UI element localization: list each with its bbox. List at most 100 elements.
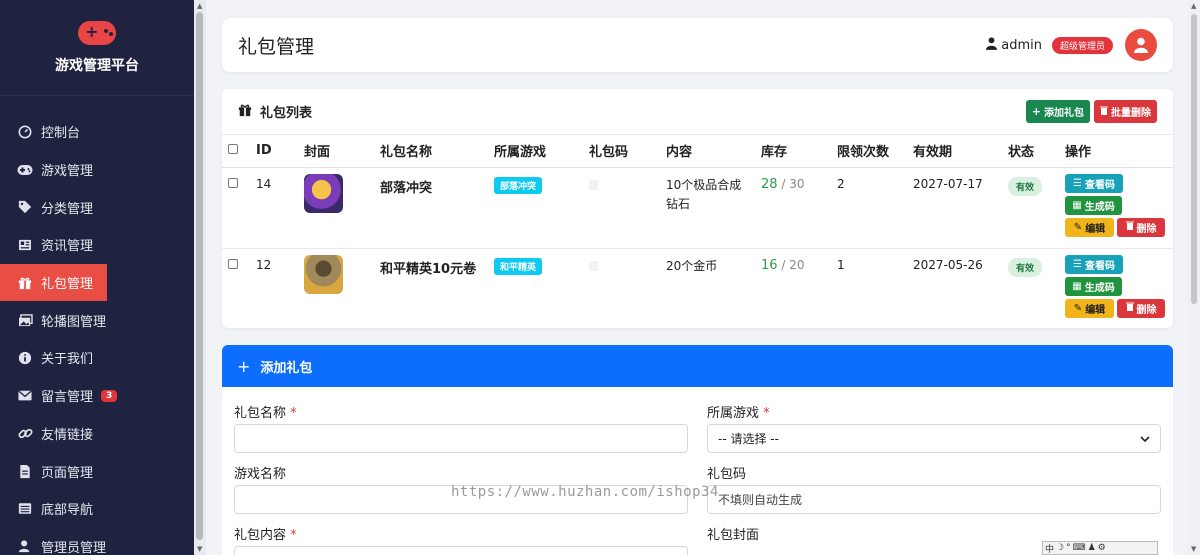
- images-icon: [17, 312, 33, 328]
- status-badge: 有效: [1008, 176, 1043, 196]
- row-checkbox[interactable]: [228, 258, 238, 269]
- sidebar-item-categories[interactable]: 分类管理: [0, 188, 194, 226]
- column-header-id[interactable]: ID: [256, 135, 304, 168]
- column-header-expiry: 有效期: [913, 135, 1008, 168]
- gift-content-field: 礼包内容 *: [234, 524, 688, 555]
- select-all-checkbox[interactable]: [228, 144, 238, 155]
- ime-settings-icon[interactable]: ⚙: [1098, 543, 1106, 553]
- code-placeholder: [589, 260, 598, 271]
- edit-icon: ✎: [1073, 221, 1083, 233]
- generate-codes-button[interactable]: ▦ 生成码: [1065, 195, 1122, 215]
- watermark: https://www.huzhan.com/ishop34: [451, 484, 719, 500]
- game-select-label: 所属游戏 *: [707, 402, 1161, 421]
- sidebar-item-links[interactable]: 友情链接: [0, 415, 194, 453]
- brand: 游戏管理平台: [0, 0, 194, 96]
- sidebar-scrollbar[interactable]: ▲ ▼: [194, 0, 206, 555]
- gift-content: 20个金币: [666, 258, 718, 273]
- edit-button[interactable]: ✎ 编辑: [1065, 217, 1114, 237]
- gift-content-input[interactable]: [234, 546, 688, 555]
- ime-keyboard-icon[interactable]: ⌨: [1073, 543, 1086, 553]
- column-header-name: 礼包名称: [380, 135, 494, 168]
- game-select[interactable]: -- 请选择 --: [707, 424, 1161, 453]
- scroll-up-arrow-icon[interactable]: ▲: [197, 2, 202, 10]
- column-header-content: 内容: [666, 135, 761, 168]
- view-codes-button[interactable]: ☰ 查看码: [1065, 254, 1123, 274]
- ime-punctuation-icon[interactable]: °: [1066, 543, 1071, 553]
- file-icon: [17, 463, 33, 479]
- view-codes-label: 查看码: [1084, 260, 1115, 272]
- status-badge: 有效: [1008, 257, 1043, 277]
- sidebar-item-pages[interactable]: 页面管理: [0, 452, 194, 490]
- scrollbar-thumb[interactable]: [196, 12, 203, 540]
- sidebar-item-gifts[interactable]: 礼包管理: [0, 263, 107, 302]
- generate-codes-button[interactable]: ▦ 生成码: [1065, 276, 1122, 296]
- gift-code-field: 礼包码 不填则自动生成: [707, 463, 1161, 514]
- envelope-icon: [17, 388, 33, 404]
- stock-total: / 30: [781, 176, 805, 191]
- game-select-value: -- 请选择 --: [718, 432, 779, 446]
- sidebar-item-games[interactable]: 游戏管理: [0, 151, 194, 189]
- scroll-up-arrow-icon[interactable]: ▲: [1191, 2, 1196, 10]
- gift-list-title-text: 礼包列表: [260, 106, 313, 121]
- user-info[interactable]: admin 超级管理员: [986, 36, 1113, 54]
- status-cell: 有效: [1008, 167, 1065, 248]
- ime-mode-icon[interactable]: 中: [1045, 542, 1054, 555]
- sidebar-item-news[interactable]: 资讯管理: [0, 226, 194, 264]
- cover-image: [304, 173, 343, 213]
- generate-codes-label: 生成码: [1084, 282, 1115, 294]
- gift-table: ID 封面 礼包名称 所属游戏 礼包码 内容 库存 限领次数 有效期 状态 操作…: [222, 135, 1173, 329]
- ime-toolbar[interactable]: 中 ☽ ° ⌨ ♟ ⚙: [1042, 541, 1158, 555]
- gamepad-icon: [17, 162, 33, 178]
- edit-delete-line: ✎ 编辑 删除: [1065, 298, 1173, 318]
- page-scrollbar[interactable]: ▲ ▼: [1188, 0, 1200, 555]
- scroll-down-arrow-icon[interactable]: ▼: [197, 545, 202, 553]
- ime-user-icon[interactable]: ♟: [1088, 543, 1096, 553]
- sidebar-item-footer-nav[interactable]: 底部导航: [0, 490, 194, 528]
- game-name-label: 游戏名称: [234, 467, 287, 482]
- delete-button[interactable]: 删除: [1117, 217, 1165, 237]
- ime-moon-icon[interactable]: ☽: [1056, 543, 1064, 553]
- limit-cell: 2: [837, 176, 845, 191]
- game-tag: 部落冲突: [494, 176, 543, 194]
- name-cell: 和平精英10元卷: [380, 248, 494, 329]
- cover-image: [304, 254, 343, 294]
- expiry-cell: 2027-05-26: [913, 257, 983, 272]
- gamepad-logo-icon: [78, 20, 116, 45]
- sidebar-item-label: 资讯管理: [41, 239, 94, 255]
- table-row: 12 和平精英10元卷 和平精英 20个金币 16 / 20 1 2027-05…: [222, 248, 1173, 329]
- edit-label: 编辑: [1085, 304, 1106, 316]
- row-checkbox[interactable]: [228, 177, 238, 188]
- column-header-stock: 库存: [761, 135, 837, 168]
- gift-icon: [238, 103, 252, 121]
- bulk-delete-button[interactable]: 批量删除: [1094, 100, 1157, 123]
- code-placeholder: [589, 179, 598, 190]
- view-codes-button[interactable]: ☰ 查看码: [1065, 173, 1123, 193]
- sidebar-item-dashboard[interactable]: 控制台: [0, 113, 194, 151]
- edit-button[interactable]: ✎ 编辑: [1065, 298, 1114, 318]
- sidebar-item-about[interactable]: 关于我们: [0, 339, 194, 377]
- bulk-delete-label: 批量删除: [1111, 108, 1151, 119]
- delete-button[interactable]: 删除: [1117, 298, 1165, 318]
- user-avatar-icon: [1134, 37, 1148, 53]
- list-icon: ☰: [1073, 258, 1082, 270]
- sidebar-item-label: 轮播图管理: [41, 314, 107, 330]
- edit-delete-line: ✎ 编辑 删除: [1065, 217, 1173, 237]
- scrollbar-thumb[interactable]: [1191, 14, 1197, 304]
- game-select-label-text: 所属游戏: [707, 406, 760, 421]
- avatar[interactable]: [1125, 29, 1157, 61]
- sidebar-item-messages[interactable]: 留言管理 3: [0, 377, 194, 415]
- required-mark: *: [763, 406, 770, 421]
- scroll-down-arrow-icon[interactable]: ▼: [1191, 545, 1196, 553]
- sidebar-item-label: 留言管理: [41, 390, 94, 406]
- stock-used: 28: [761, 176, 778, 192]
- trash-icon: [1100, 106, 1108, 118]
- gift-code-input[interactable]: 不填则自动生成: [707, 485, 1161, 514]
- sidebar-item-carousel[interactable]: 轮播图管理: [0, 301, 194, 339]
- sidebar-item-label: 关于我们: [41, 352, 94, 368]
- gift-code-placeholder: 不填则自动生成: [718, 493, 803, 507]
- gift-name-input[interactable]: [234, 424, 688, 453]
- plus-icon: +: [1031, 105, 1041, 118]
- add-gift-button[interactable]: + 添加礼包: [1025, 100, 1090, 123]
- sidebar-item-label: 礼包管理: [41, 277, 94, 293]
- sidebar-item-admins[interactable]: 管理员管理: [0, 528, 194, 555]
